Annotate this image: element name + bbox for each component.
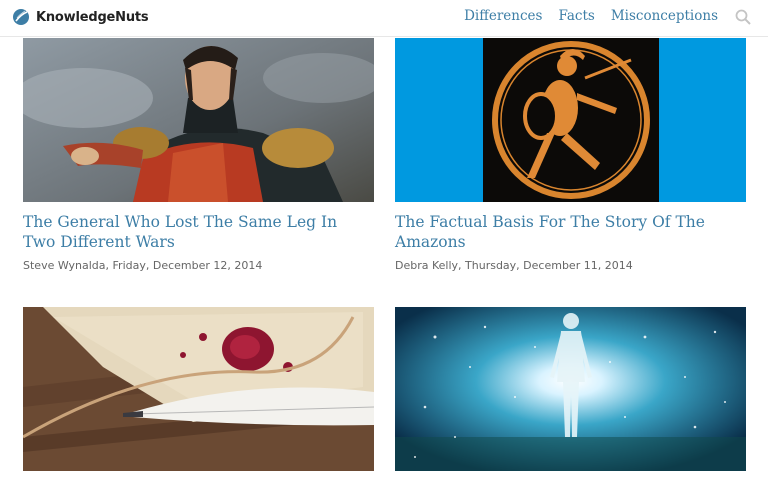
article-thumbnail-quill[interactable] <box>23 307 374 471</box>
article-card <box>23 307 374 480</box>
nav-item-differences[interactable]: Differences <box>464 8 542 24</box>
article-title[interactable]: The Factual Basis For The Story Of The A… <box>395 212 746 252</box>
quill-wax-seal-image <box>23 307 374 471</box>
article-thumbnail-general[interactable] <box>23 38 374 202</box>
article-byline: Steve Wynalda, Friday, December 12, 2014 <box>23 259 263 272</box>
nav-item-facts[interactable]: Facts <box>558 8 594 24</box>
general-portrait-image <box>23 38 374 202</box>
glowing-figure-image <box>395 307 746 471</box>
article-title[interactable]: The General Who Lost The Same Leg In Two… <box>23 212 374 252</box>
article-card: The General Who Lost The Same Leg In Two… <box>23 38 374 272</box>
nav-item-misconceptions[interactable]: Misconceptions <box>611 8 718 24</box>
logo-nut-icon <box>13 9 29 25</box>
main-nav: Differences Facts Misconceptions <box>448 8 718 24</box>
site-logo[interactable]: KnowledgeNuts <box>12 8 149 26</box>
article-card: The Factual Basis For The Story Of The A… <box>395 38 746 272</box>
search-icon[interactable] <box>734 8 752 26</box>
site-header: KnowledgeNuts Differences Facts Misconce… <box>0 0 768 37</box>
site-name: KnowledgeNuts <box>36 9 149 25</box>
greek-pottery-image <box>395 38 746 202</box>
article-thumbnail-cosmic[interactable] <box>395 307 746 471</box>
article-card <box>395 307 746 480</box>
article-thumbnail-amazons[interactable] <box>395 38 746 202</box>
article-byline: Debra Kelly, Thursday, December 11, 2014 <box>395 259 633 272</box>
